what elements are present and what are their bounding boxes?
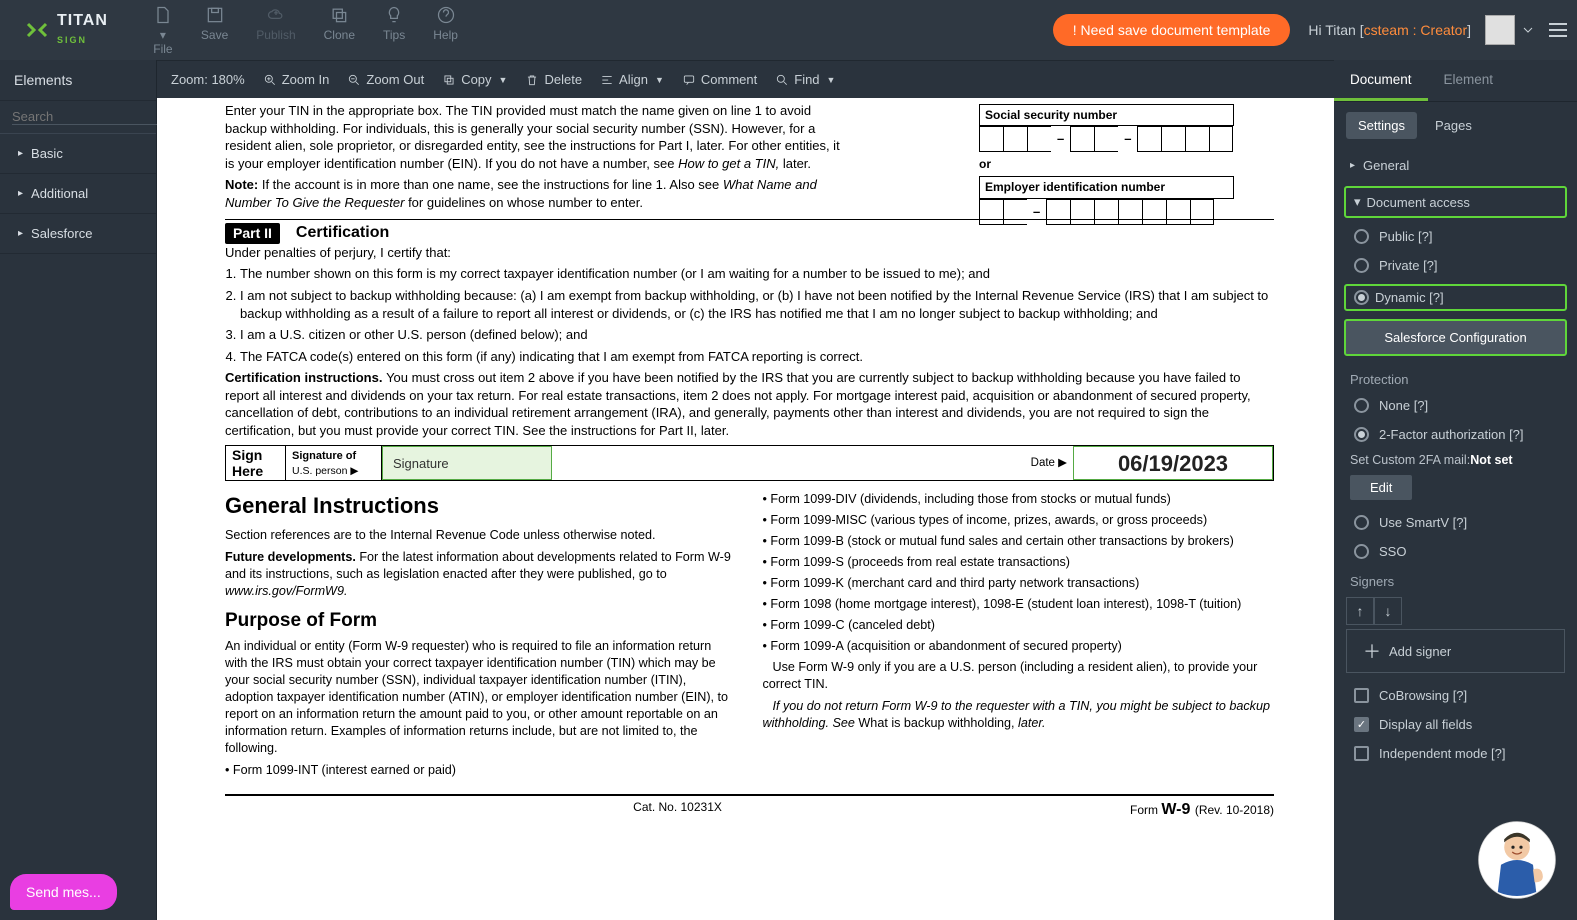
signature-row: Sign Here Signature ofU.S. person ▶ Sign… — [225, 445, 1274, 481]
align-button[interactable]: Align▼ — [600, 72, 664, 87]
publish-label: Publish — [256, 28, 295, 42]
add-signer-button[interactable]: ＋Add signer — [1346, 629, 1565, 673]
display-all-fields-check[interactable]: ✓Display all fields — [1334, 710, 1577, 739]
help-label: Help — [433, 28, 458, 42]
pages-subtab[interactable]: Pages — [1423, 112, 1484, 139]
use-smartv[interactable]: Use SmartV [?] — [1334, 508, 1577, 537]
save-button[interactable]: Save — [201, 5, 228, 56]
elements-search[interactable] — [0, 101, 156, 134]
sidebar-item-additional[interactable]: ▸Additional — [0, 174, 156, 214]
zoom-out-button[interactable]: Zoom Out — [347, 72, 424, 87]
document-canvas[interactable]: Enter your TIN in the appropriate box. T… — [157, 98, 1334, 920]
note-paragraph: Note: If the account is in more than one… — [225, 176, 850, 211]
comment-button[interactable]: Comment — [682, 72, 757, 87]
logo-icon — [25, 18, 49, 42]
protection-heading: Protection — [1334, 364, 1577, 391]
ssn-section: Social security number –– or Employer id… — [979, 104, 1234, 225]
help-button[interactable]: Help — [433, 5, 458, 56]
protection-none[interactable]: None [?] — [1334, 391, 1577, 420]
clone-label: Clone — [324, 28, 355, 42]
access-dynamic[interactable]: Dynamic [?] — [1344, 284, 1567, 311]
tab-element[interactable]: Element — [1428, 60, 1510, 101]
file-label: File — [153, 42, 172, 56]
signer-up[interactable]: ↑ — [1346, 597, 1374, 625]
perjury-line: Under penalties of perjury, I certify th… — [225, 244, 1274, 262]
avatar[interactable] — [1485, 15, 1515, 45]
zoom-indicator: Zoom: 180% — [171, 72, 245, 87]
file-button[interactable]: ▾File — [153, 5, 173, 56]
clone-button[interactable]: Clone — [324, 5, 355, 56]
save-label: Save — [201, 28, 228, 42]
sidebar-item-basic[interactable]: ▸Basic — [0, 134, 156, 174]
date-field[interactable]: 06/19/2023 — [1073, 446, 1273, 480]
tin-paragraph: Enter your TIN in the appropriate box. T… — [225, 102, 850, 172]
find-button[interactable]: Find▼ — [775, 72, 835, 87]
publish-button[interactable]: Publish — [256, 5, 295, 56]
alert-save-template[interactable]: ! Need save document template — [1053, 14, 1291, 46]
delete-button[interactable]: Delete — [525, 72, 582, 87]
cobrowsing-check[interactable]: CoBrowsing [?] — [1334, 681, 1577, 710]
signer-down[interactable]: ↓ — [1374, 597, 1402, 625]
section-general[interactable]: ▸General — [1334, 149, 1577, 182]
tab-document[interactable]: Document — [1334, 60, 1428, 101]
tips-label: Tips — [383, 28, 405, 42]
user-greeting: Hi Titan [csteam : Creator] — [1308, 22, 1471, 38]
copy-button[interactable]: Copy▼ — [442, 72, 507, 87]
custom-2fa-label: Set Custom 2FA mail:Not set — [1334, 449, 1577, 471]
independent-mode-check[interactable]: Independent mode [?] — [1334, 739, 1577, 768]
sidebar-item-salesforce[interactable]: ▸Salesforce — [0, 214, 156, 254]
protection-2fa[interactable]: 2-Factor authorization [?] — [1334, 420, 1577, 449]
salesforce-config-button[interactable]: Salesforce Configuration — [1344, 319, 1567, 356]
purpose-heading: Purpose of Form — [225, 608, 737, 634]
user-caret-icon[interactable] — [1523, 25, 1533, 35]
settings-subtab[interactable]: Settings — [1346, 112, 1417, 139]
tips-button[interactable]: Tips — [383, 5, 405, 56]
logo[interactable]: TITANSIGN — [10, 12, 123, 48]
menu-button[interactable] — [1549, 23, 1567, 37]
general-instructions-heading: General Instructions — [225, 491, 737, 521]
signature-field[interactable]: Signature — [382, 446, 552, 480]
section-document-access[interactable]: ▾Document access — [1344, 186, 1567, 218]
chat-bubble[interactable]: Send mes... — [10, 874, 117, 910]
doc-footer: Cat. No. 10231XForm W-9 (Rev. 10-2018) — [225, 794, 1274, 821]
sso-option[interactable]: SSO — [1334, 537, 1577, 566]
mascot-icon[interactable] — [1477, 820, 1557, 900]
access-private[interactable]: Private [?] — [1334, 251, 1577, 280]
elements-title: Elements — [0, 60, 156, 101]
form-list: Form 1099-DIV (dividends, including thos… — [763, 491, 1275, 655]
access-public[interactable]: Public [?] — [1334, 222, 1577, 251]
certification-list: The number shown on this form is my corr… — [225, 265, 1274, 365]
signers-heading: Signers — [1334, 566, 1577, 593]
zoom-in-button[interactable]: Zoom In — [263, 72, 330, 87]
edit-2fa-button[interactable]: Edit — [1350, 475, 1412, 500]
cert-instructions: Certification instructions. You must cro… — [225, 369, 1274, 439]
